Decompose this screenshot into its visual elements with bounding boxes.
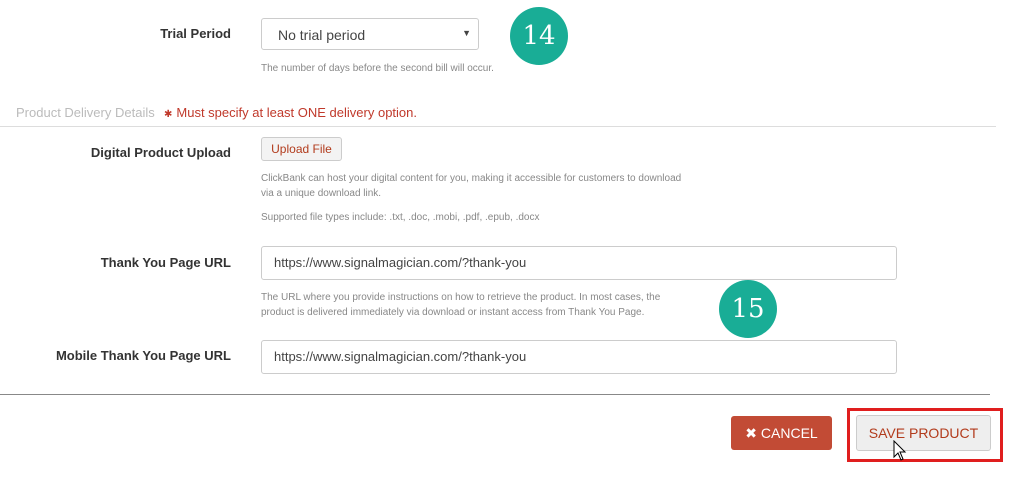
- footer-divider: [0, 394, 990, 395]
- required-note-text: Must specify at least ONE delivery optio…: [176, 105, 417, 120]
- trial-period-label: Trial Period: [160, 26, 231, 41]
- thank-you-url-label: Thank You Page URL: [100, 255, 231, 270]
- digital-upload-label: Digital Product Upload: [90, 145, 231, 160]
- thank-you-url-input[interactable]: https://www.signalmagician.com/?thank-yo…: [261, 246, 897, 280]
- mobile-thank-you-url-input[interactable]: https://www.signalmagician.com/?thank-yo…: [261, 340, 897, 374]
- delivery-section-title: Product Delivery Details: [16, 105, 155, 120]
- mobile-thank-you-url-label: Mobile Thank You Page URL: [55, 348, 231, 363]
- cancel-button-label: CANCEL: [760, 425, 818, 441]
- close-icon: ✖: [745, 425, 758, 441]
- thank-you-help-line-1: The URL where you provide instructions o…: [261, 292, 661, 303]
- chevron-down-icon: ▼: [462, 28, 471, 38]
- asterisk-icon: ✱: [164, 109, 173, 120]
- upload-file-button[interactable]: Upload File: [261, 137, 342, 161]
- cancel-button[interactable]: ✖ CANCEL: [731, 416, 832, 450]
- step-badge-15: 15: [719, 280, 777, 338]
- thank-you-help-line-2: product is delivered immediately via dow…: [261, 307, 645, 318]
- section-divider: [0, 126, 996, 127]
- step-badge-14: 14: [510, 7, 568, 65]
- upload-help-line-1: ClickBank can host your digital content …: [261, 173, 682, 184]
- trial-period-select[interactable]: No trial period ▼: [261, 18, 479, 50]
- trial-period-selected-value: No trial period: [278, 27, 366, 43]
- upload-help-line-2: via a unique download link.: [261, 188, 382, 199]
- delivery-required-note: ✱ Must specify at least ONE delivery opti…: [164, 105, 417, 120]
- upload-supported-types: Supported file types include: .txt, .doc…: [261, 212, 540, 223]
- save-product-button[interactable]: SAVE PRODUCT: [856, 415, 991, 451]
- trial-period-help: The number of days before the second bil…: [261, 63, 494, 74]
- mouse-cursor-icon: [893, 440, 907, 461]
